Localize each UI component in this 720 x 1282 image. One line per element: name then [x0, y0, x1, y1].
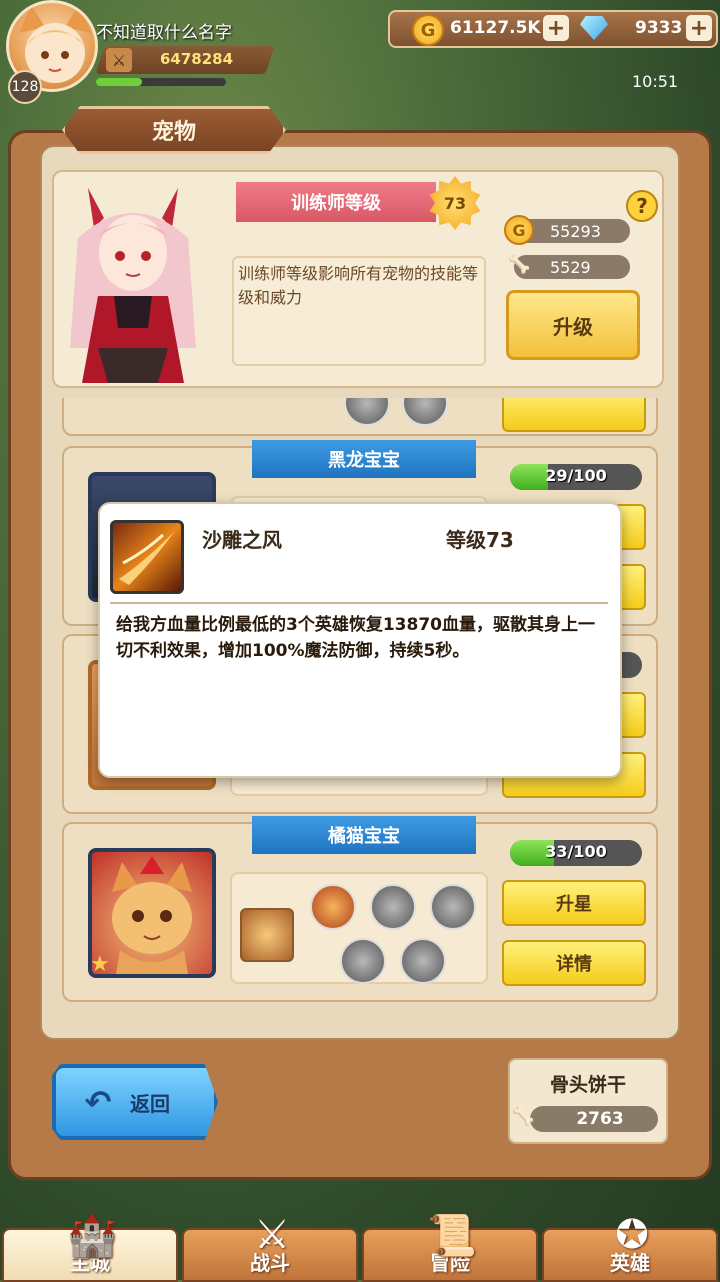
- nav-home[interactable]: 🏰 主城: [2, 1213, 178, 1282]
- trainer-bone-cost-value: 5529: [550, 257, 591, 277]
- gem-amount: 9333: [635, 18, 683, 38]
- gold-amount: 61127.5K: [450, 18, 541, 38]
- skill-icon[interactable]: [344, 398, 390, 426]
- divider: [110, 602, 608, 604]
- skill-wind-icon: [110, 520, 184, 594]
- trainer-bone-cost: 5529: [514, 255, 630, 279]
- hero-emblem-icon: ✪: [615, 1212, 649, 1258]
- clock: 10:51: [632, 72, 679, 91]
- pet-progress-text: 29/100: [545, 466, 607, 485]
- back-label: 返回: [130, 1091, 170, 1116]
- castle-icon: 🏰: [67, 1212, 117, 1259]
- nav-adventure[interactable]: 📜 冒险: [362, 1213, 538, 1282]
- player-level-badge: 128: [8, 70, 42, 104]
- pet-name: 黑龙宝宝: [252, 440, 476, 478]
- add-gold-button[interactable]: +: [543, 15, 569, 41]
- trainer-portrait: [58, 178, 228, 383]
- page-title: 宠物: [151, 120, 196, 145]
- back-button[interactable]: ↶ 返回: [52, 1064, 218, 1140]
- pet-name: 橘猫宝宝: [252, 816, 476, 854]
- gold-coin-icon: G: [412, 14, 444, 46]
- star-icon: ★: [90, 952, 110, 977]
- trainer-description: 训练师等级影响所有宠物的技能等级和威力: [238, 264, 479, 307]
- player-name: 不知道取什么名字: [96, 23, 232, 43]
- nav-battle[interactable]: ⚔ 战斗: [182, 1212, 358, 1282]
- skill-icon[interactable]: [402, 398, 448, 426]
- cat-skill-icon[interactable]: [310, 884, 356, 930]
- bone-biscuit-count: 2763: [530, 1106, 658, 1132]
- pet-detail-button[interactable]: 详情: [502, 940, 646, 986]
- gold-coin-icon: G: [504, 215, 534, 245]
- xp-bar-fill: [96, 78, 142, 86]
- skill-icon[interactable]: [370, 884, 416, 930]
- add-gems-button[interactable]: +: [686, 15, 712, 41]
- map-scroll-icon: 📜: [427, 1212, 477, 1259]
- skill-name: 沙雕之风: [202, 528, 282, 552]
- nav-heroes[interactable]: ✪ 英雄: [542, 1212, 718, 1282]
- pet-star-up-button[interactable]: 升星: [502, 880, 646, 926]
- pet-row-orange-cat: ★ 橘猫宝宝 33/100 升星 详情: [62, 816, 658, 1002]
- crossed-swords-icon: ⚔: [106, 48, 132, 72]
- bone-icon: 🦴: [508, 254, 531, 275]
- skill-level: 等级73: [446, 528, 514, 552]
- claw-skill-icon[interactable]: [340, 938, 386, 984]
- pet-row: [62, 398, 658, 436]
- bone-biscuit-title: 骨头饼干: [549, 1074, 626, 1096]
- bone-icon: 🦴: [512, 1106, 535, 1127]
- skill-description: 给我方血量比例最低的3个英雄恢复13870血量，驱散其身上一切不利效果，增加10…: [116, 615, 595, 661]
- trainer-level-banner: 训练师等级: [236, 182, 436, 222]
- skill-icon[interactable]: [400, 938, 446, 984]
- bottom-nav: 🏰 主城 ⚔ 战斗 📜 冒险 ✪ 英雄: [0, 1200, 720, 1282]
- pet-progress-text: 33/100: [545, 842, 607, 861]
- help-button[interactable]: ?: [626, 190, 658, 222]
- fist-skill-icon[interactable]: [240, 908, 294, 962]
- trainer-upgrade-button[interactable]: 升级: [506, 290, 640, 360]
- skill-icon[interactable]: [430, 884, 476, 930]
- crossed-swords-icon: ⚔: [254, 1212, 290, 1258]
- player-power: 6478284: [160, 50, 234, 68]
- pet-detail-button[interactable]: [502, 398, 646, 432]
- trainer-gold-cost-value: 55293: [550, 221, 601, 241]
- back-arrow-icon: ↶: [84, 1083, 112, 1121]
